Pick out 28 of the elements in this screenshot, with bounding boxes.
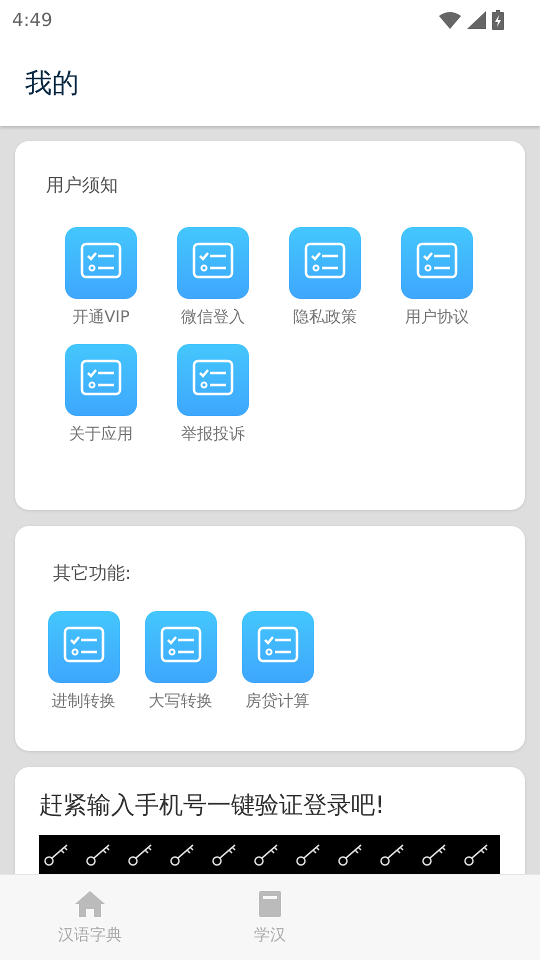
book-icon (257, 891, 283, 917)
menu-tile[interactable]: 关于应用 (45, 344, 157, 445)
signal-icon (467, 11, 486, 29)
checklist-icon (177, 344, 249, 416)
checklist-icon (177, 227, 249, 299)
login-prompt: 赶紧输入手机号一键验证登录吧! (39, 790, 386, 821)
home-icon (75, 891, 105, 917)
section-title: 用户须知 (45, 174, 119, 197)
checklist-icon (65, 344, 137, 416)
menu-tile[interactable]: 房贷计算 (229, 611, 326, 712)
checklist-icon (65, 227, 137, 299)
status-time: 4:49 (12, 10, 52, 30)
checklist-icon (144, 611, 216, 683)
menu-tile[interactable]: 开通VIP (45, 227, 157, 328)
menu-tile[interactable]: 大写转换 (132, 611, 229, 712)
checklist-icon (401, 227, 473, 299)
checklist-icon (242, 611, 314, 683)
menu-tile[interactable]: 隐私政策 (269, 227, 381, 328)
page-title: 我的 (25, 67, 79, 101)
menu-tile[interactable]: 微信登入 (157, 227, 269, 328)
checklist-icon (289, 227, 361, 299)
wifi-icon (439, 11, 461, 29)
checklist-icon (48, 611, 120, 683)
menu-tile[interactable]: 用户协议 (381, 227, 493, 328)
menu-tile[interactable]: 进制转换 (35, 611, 132, 712)
section-title: 其它功能: (52, 562, 132, 585)
menu-tile[interactable]: 举报投诉 (157, 344, 269, 445)
battery-icon (492, 10, 504, 30)
